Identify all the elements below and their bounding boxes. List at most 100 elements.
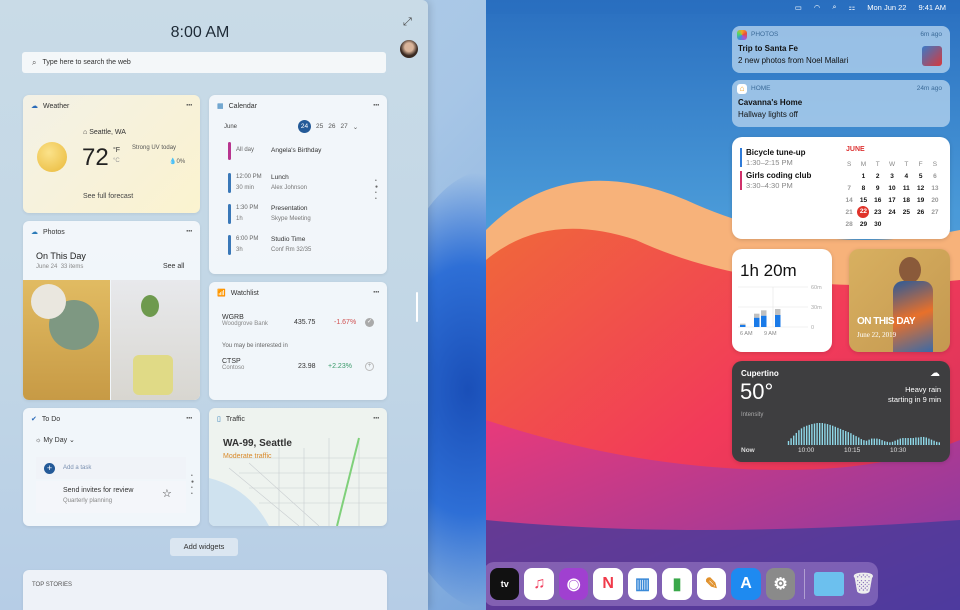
day-cell[interactable]: 9 — [871, 185, 885, 192]
calendar-event[interactable]: All day Angela's Birthday — [228, 142, 378, 168]
day-cell[interactable]: 2 — [871, 173, 885, 180]
more-icon[interactable]: ··· — [373, 100, 379, 110]
screen-time-widget[interactable]: 1h 20m 60m30m06 AM9 AM — [732, 249, 832, 352]
add-widgets-button[interactable]: Add widgets — [170, 538, 238, 556]
search-input[interactable]: ⌕ Type here to search the web — [22, 52, 386, 73]
photos-widget[interactable]: ☁Photos ··· On This Day June 24 33 items… — [23, 221, 200, 400]
day-cell[interactable]: 21 — [842, 209, 856, 216]
day-cell[interactable]: 5 — [913, 173, 927, 180]
avatar[interactable] — [400, 40, 418, 58]
more-icon[interactable]: ··· — [186, 226, 192, 236]
todo-widget[interactable]: ✔To Do ··· ☼ My Day ⌄ + Add a task Send … — [23, 408, 200, 526]
stock-row[interactable]: CTSP Contoso 23.98 +2.23% + — [222, 358, 377, 371]
day-cell[interactable]: 15 — [856, 197, 870, 204]
calendar-event[interactable]: 12:00 PM 30 min Lunch Alex Johnson — [228, 173, 378, 199]
day-cell[interactable]: 3 — [885, 173, 899, 180]
more-icon[interactable]: ··· — [186, 100, 192, 110]
star-icon[interactable]: ☆ — [162, 487, 172, 500]
day-cell[interactable]: 30 — [871, 221, 885, 228]
battery-icon[interactable]: ▭ — [795, 3, 802, 12]
photos-widget[interactable]: ON THIS DAY June 22, 2019 — [849, 249, 950, 352]
apple-tv-icon[interactable]: tv — [490, 568, 519, 600]
day-cell[interactable]: 7 — [842, 185, 856, 192]
x-label: 9 AM — [764, 331, 777, 337]
day-cell[interactable]: 14 — [842, 197, 856, 204]
stock-row[interactable]: WGRB Woodgrove Bank 435.75 -1.67% ✓ — [222, 314, 377, 327]
scroll-indicator[interactable]: •●•• — [191, 473, 194, 497]
day[interactable]: 27 — [340, 123, 347, 130]
add-icon[interactable]: + — [365, 362, 374, 371]
photo-thumbnail[interactable] — [23, 280, 110, 400]
menu-date[interactable]: Mon Jun 22 — [867, 3, 906, 12]
news-icon[interactable]: N — [593, 568, 622, 600]
day-cell[interactable]: 29 — [856, 221, 870, 228]
scrollbar[interactable] — [416, 292, 418, 322]
calendar-widget[interactable]: Bicycle tune-up 1:30–2:15 PM Girls codin… — [732, 137, 950, 239]
day[interactable]: 25 — [316, 123, 323, 130]
day-cell[interactable]: 17 — [885, 197, 899, 204]
chevron-down-icon[interactable]: ⌄ — [353, 123, 358, 131]
app-store-icon[interactable]: A — [731, 568, 760, 600]
day-cell[interactable]: 12 — [913, 185, 927, 192]
day-cell[interactable]: 19 — [913, 197, 927, 204]
calendar-widget[interactable]: ▦Calendar ··· June 24 25 26 27 ⌄ All day… — [209, 95, 387, 274]
day-selected[interactable]: 24 — [298, 120, 311, 133]
day-cell[interactable]: 25 — [899, 209, 913, 216]
day-cell[interactable]: 20 — [928, 197, 942, 204]
podcasts-icon[interactable]: ◉ — [559, 568, 588, 600]
day-cell[interactable]: 16 — [871, 197, 885, 204]
folder-icon[interactable] — [814, 572, 843, 596]
calendar-event[interactable]: Girls coding club 3:30–4:30 PM — [740, 171, 840, 191]
trash-icon[interactable]: 🗑 — [849, 568, 878, 600]
spotlight-icon[interactable]: ⌕ — [832, 2, 836, 12]
day-cell[interactable]: 13 — [928, 185, 942, 192]
keynote-icon[interactable]: ▥ — [628, 568, 657, 600]
weather-widget[interactable]: ☁Weather ··· ⌂ Seattle, WA 72 °F °C Stro… — [23, 95, 200, 213]
control-center-icon[interactable]: ⚏ — [849, 3, 856, 12]
add-task-input[interactable]: + Add a task — [36, 457, 186, 479]
system-preferences-icon[interactable]: ⚙ — [766, 568, 795, 600]
scroll-indicator[interactable]: •●•• — [375, 178, 378, 202]
day-cell[interactable]: 23 — [871, 209, 885, 216]
photo-thumbnail[interactable] — [111, 280, 200, 400]
notification-home[interactable]: ⌂ HOME 24m ago Cavanna's Home Hallway li… — [732, 80, 950, 127]
unit-fahrenheit[interactable]: °F — [113, 147, 120, 154]
day-cell[interactable]: 28 — [842, 221, 856, 228]
traffic-map[interactable] — [209, 408, 387, 526]
traffic-widget[interactable]: ▯Traffic ··· WA-99, Seattle Moderate tra… — [209, 408, 387, 526]
weather-widget[interactable]: Cupertino 50° ☁ Heavy rainstarting in 9 … — [732, 361, 950, 462]
day-cell[interactable]: 26 — [913, 209, 927, 216]
list-selector[interactable]: ☼ My Day ⌄ — [35, 436, 75, 444]
pages-icon[interactable]: ✎ — [697, 568, 726, 600]
calendar-event[interactable]: Bicycle tune-up 1:30–2:15 PM — [740, 148, 840, 168]
see-all-link[interactable]: See all — [163, 263, 184, 270]
day-cell[interactable]: 6 — [928, 173, 942, 180]
day[interactable]: 26 — [328, 123, 335, 130]
check-icon[interactable]: ✓ — [365, 318, 374, 327]
more-icon[interactable]: ··· — [373, 287, 379, 297]
day-today[interactable]: 22 — [857, 206, 869, 218]
day-cell[interactable]: 11 — [899, 185, 913, 192]
day-cell[interactable]: 8 — [856, 185, 870, 192]
day-cell[interactable]: 10 — [885, 185, 899, 192]
day-cell[interactable]: 24 — [885, 209, 899, 216]
more-icon[interactable]: ··· — [186, 413, 192, 423]
wifi-icon[interactable]: ◠ — [814, 3, 821, 12]
watchlist-widget[interactable]: 📶Watchlist ··· WGRB Woodgrove Bank 435.7… — [209, 282, 387, 400]
menu-time[interactable]: 9:41 AM — [918, 3, 946, 12]
unit-celsius[interactable]: °C — [113, 158, 120, 164]
day-cell[interactable]: 1 — [856, 173, 870, 180]
event-duration: 30 min — [236, 185, 254, 191]
day-cell[interactable]: 27 — [928, 209, 942, 216]
task-item[interactable]: Send invites for review Quarterly planni… — [36, 481, 186, 513]
calendar-event[interactable]: 6:00 PM 3h Studio Time Conf Rm 32/35 — [228, 235, 378, 261]
day-cell[interactable]: 4 — [899, 173, 913, 180]
music-icon[interactable]: ♫ — [524, 568, 553, 600]
notification-photos[interactable]: PHOTOS 6m ago Trip to Santa Fe 2 new pho… — [732, 26, 950, 73]
day-cell[interactable]: 18 — [899, 197, 913, 204]
expand-icon[interactable]: ⤢ — [403, 16, 412, 29]
forecast-link[interactable]: See full forecast — [83, 193, 133, 200]
calendar-event[interactable]: 1:30 PM 1h Presentation Skype Meeting — [228, 204, 378, 230]
more-icon[interactable]: ··· — [373, 413, 379, 423]
numbers-icon[interactable]: ▮ — [662, 568, 691, 600]
